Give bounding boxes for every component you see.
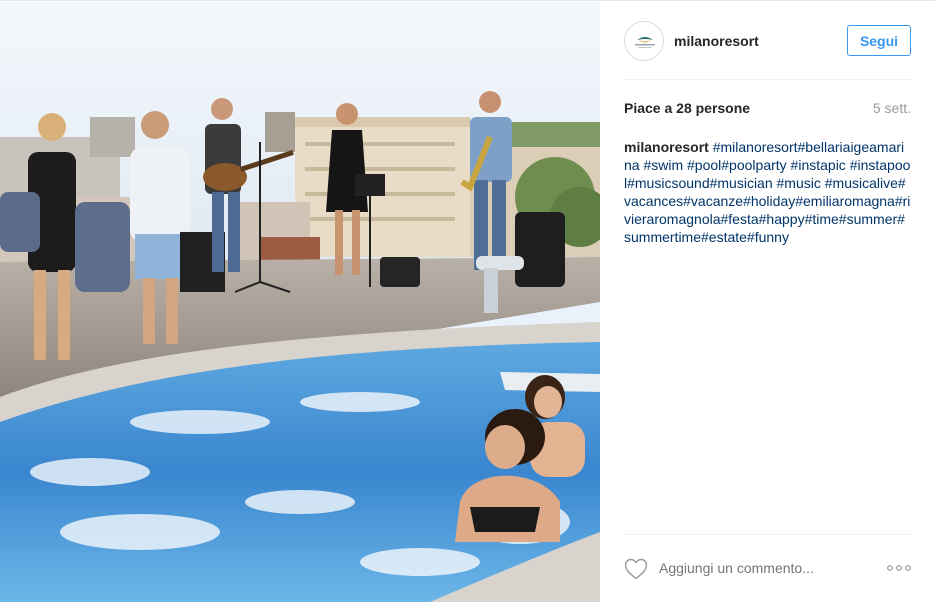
post-photo[interactable] xyxy=(0,2,600,602)
header-divider xyxy=(624,79,911,80)
comment-input[interactable] xyxy=(659,560,879,576)
comment-divider xyxy=(624,534,911,535)
comment-bar xyxy=(624,555,911,585)
post-timestamp[interactable]: 5 sett. xyxy=(873,100,911,116)
resort-logo-icon xyxy=(635,37,655,48)
username-link[interactable]: milanoresort xyxy=(674,33,759,49)
caption-username[interactable]: milanoresort xyxy=(624,139,709,155)
more-options-icon[interactable] xyxy=(887,563,911,573)
post-details-panel: milanoresort Segui Piace a 28 persone 5 … xyxy=(600,2,935,602)
likes-count[interactable]: Piace a 28 persone xyxy=(624,100,750,116)
follow-button[interactable]: Segui xyxy=(847,25,911,56)
avatar[interactable] xyxy=(624,21,664,61)
heart-icon[interactable] xyxy=(624,558,648,580)
post-header: milanoresort Segui xyxy=(624,21,911,63)
rooftop-pool-concert-image xyxy=(0,2,600,602)
likes-row: Piace a 28 persone 5 sett. xyxy=(624,100,911,120)
post-caption: milanoresort #milanoresort#bellariaigeam… xyxy=(624,138,911,246)
instagram-post: milanoresort Segui Piace a 28 persone 5 … xyxy=(0,0,935,602)
